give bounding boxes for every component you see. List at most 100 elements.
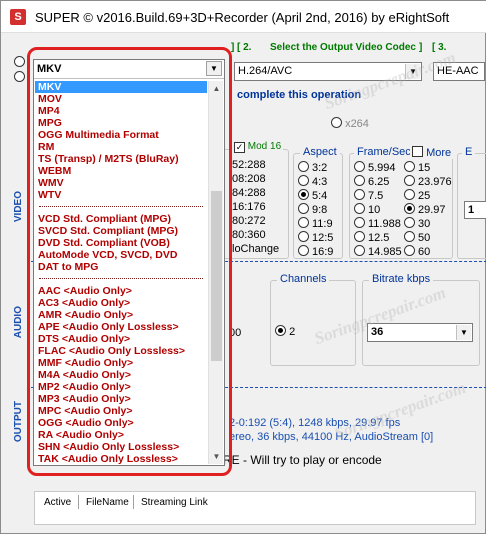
aspect-label: 9:8 xyxy=(312,204,328,216)
fps-option[interactable]: 7.5 xyxy=(354,189,402,203)
encoder-option[interactable]: x264 xyxy=(331,117,369,130)
aspect-radio[interactable] xyxy=(298,231,309,242)
fps-label: 5.994 xyxy=(368,162,396,174)
aspect-radio[interactable] xyxy=(298,175,309,186)
column-separator xyxy=(133,495,134,509)
fps-radio[interactable] xyxy=(404,231,415,242)
fps-radio[interactable] xyxy=(354,217,365,228)
fps-radio[interactable] xyxy=(404,189,415,200)
fps-label: 15 xyxy=(418,162,431,174)
aspect-option[interactable]: 12:5 xyxy=(298,231,333,245)
fps-option[interactable]: 12.5 xyxy=(354,231,402,245)
channels-option[interactable]: 2 xyxy=(275,325,295,338)
fps-option[interactable]: 60 xyxy=(404,245,452,259)
watermark: Soringpcrepair.com xyxy=(321,47,459,114)
aspect-label: 5:4 xyxy=(312,190,328,202)
column-filename[interactable]: FileName xyxy=(86,497,129,508)
aspect-radio[interactable] xyxy=(298,245,309,256)
step-2-label: Select the Output Video Codec xyxy=(270,42,416,53)
aspect-radio[interactable] xyxy=(298,203,309,214)
fps-label: 23.976 xyxy=(418,176,452,188)
column-active[interactable]: Active xyxy=(44,497,71,508)
aspect-option[interactable]: 9:8 xyxy=(298,203,333,217)
fps-radio[interactable] xyxy=(354,245,365,256)
fps-option[interactable]: 14.985 xyxy=(354,245,402,259)
fps-radio[interactable] xyxy=(404,217,415,228)
fps-label: 50 xyxy=(418,232,431,244)
aspect-label: 4:3 xyxy=(312,176,328,188)
fps-radio[interactable] xyxy=(354,231,365,242)
bitrate-title: Bitrate kbps xyxy=(369,273,434,285)
fps-option[interactable]: 29.97 xyxy=(404,203,452,217)
step-2-number: [ 2. xyxy=(237,42,252,53)
size-options: 52:288 08:208 84:288 16:176 80:272 80:36… xyxy=(232,158,279,256)
fps-option[interactable]: 15 xyxy=(404,161,452,175)
fps-label: 6.25 xyxy=(368,176,390,188)
aspect-option[interactable]: 4:3 xyxy=(298,175,333,189)
fps-label: 10 xyxy=(368,204,381,216)
step-2-close: ] xyxy=(419,42,423,53)
size-option[interactable]: 52:288 xyxy=(232,158,279,172)
fps-radio[interactable] xyxy=(404,161,415,172)
aspect-group: Aspect 3:2 4:3 5:4 9:8 11:9 12:5 16:9 xyxy=(293,146,343,259)
container-mode-radio-2[interactable] xyxy=(14,71,25,82)
fps-radio[interactable] xyxy=(354,189,365,200)
fps-radio[interactable] xyxy=(404,203,415,214)
fps-option[interactable]: 30 xyxy=(404,217,452,231)
size-field[interactable]: 1 xyxy=(464,201,486,219)
title-bar: S SUPER © v2016.Build.69+3D+Recorder (Ap… xyxy=(1,1,486,33)
audio-output-info: ereo, 36 kbps, 44100 Hz, AudioStream [0] xyxy=(229,431,434,443)
aspect-label: 3:2 xyxy=(312,162,328,174)
fps-option[interactable]: 11.988 xyxy=(354,217,402,231)
more-checkbox[interactable] xyxy=(412,146,423,157)
fps-radio[interactable] xyxy=(404,245,415,256)
fps-label: 25 xyxy=(418,190,431,202)
mod16-option[interactable]: ✓ Mod 16 xyxy=(232,141,284,153)
channels-title: Channels xyxy=(277,273,330,285)
fps-option[interactable]: 25 xyxy=(404,189,452,203)
fps-option[interactable]: 5.994 xyxy=(354,161,402,175)
aspect-option[interactable]: 3:2 xyxy=(298,161,333,175)
output-section-label: OUTPUT xyxy=(13,401,24,443)
fps-radio[interactable] xyxy=(404,175,415,186)
size-option[interactable]: 84:288 xyxy=(232,186,279,200)
channels-radio[interactable] xyxy=(275,325,286,336)
fps-radio[interactable] xyxy=(354,175,365,186)
video-section-label: VIDEO xyxy=(13,191,24,223)
column-separator xyxy=(78,495,79,509)
fps-radio[interactable] xyxy=(354,203,365,214)
more-option[interactable]: More xyxy=(410,146,454,159)
container-mode-radio[interactable] xyxy=(14,56,25,67)
aspect-radio[interactable] xyxy=(298,161,309,172)
size-option[interactable]: 16:176 xyxy=(232,200,279,214)
extra-group: E 1 xyxy=(457,146,486,259)
size-option[interactable]: loChange xyxy=(232,242,279,256)
fps-label: 60 xyxy=(418,246,431,258)
fps-option[interactable]: 50 xyxy=(404,231,452,245)
encoder-radio[interactable] xyxy=(331,117,342,128)
aspect-option[interactable]: 5:4 xyxy=(298,189,333,203)
fps-label: 14.985 xyxy=(368,246,402,258)
more-label: More xyxy=(426,147,452,159)
encoder-label: x264 xyxy=(345,118,369,130)
app-window: S SUPER © v2016.Build.69+3D+Recorder (Ap… xyxy=(0,0,486,534)
aspect-radio[interactable] xyxy=(298,189,309,200)
aspect-option[interactable]: 11:9 xyxy=(298,217,333,231)
fps-radio[interactable] xyxy=(354,161,365,172)
fps-option[interactable]: 6.25 xyxy=(354,175,402,189)
size-option[interactable]: 80:272 xyxy=(232,214,279,228)
aspect-title: Aspect xyxy=(300,146,340,158)
size-option[interactable]: 08:208 xyxy=(232,172,279,186)
size-option[interactable]: 80:360 xyxy=(232,228,279,242)
aspect-option[interactable]: 16:9 xyxy=(298,245,333,259)
mod16-checkbox[interactable]: ✓ xyxy=(234,142,245,153)
highlight-outline xyxy=(27,47,232,476)
fps-label: 11.988 xyxy=(368,218,401,230)
aspect-radio[interactable] xyxy=(298,217,309,228)
app-logo-icon: S xyxy=(10,9,26,25)
video-codec-value: H.264/AVC xyxy=(238,65,293,77)
bitrate-select[interactable]: 36 ▼ xyxy=(367,323,473,342)
fps-option[interactable]: 10 xyxy=(354,203,402,217)
column-streaming-link[interactable]: Streaming Link xyxy=(141,497,208,508)
fps-option[interactable]: 23.976 xyxy=(404,175,452,189)
